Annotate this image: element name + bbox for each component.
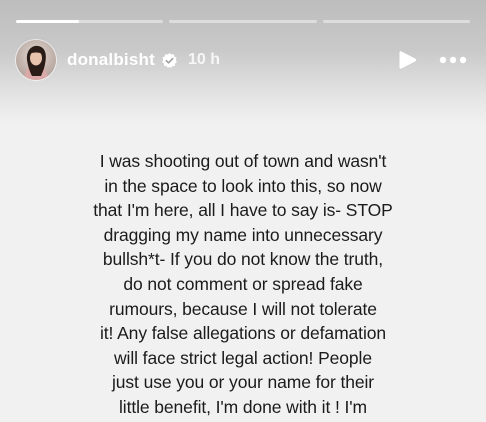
- play-icon[interactable]: [396, 48, 420, 72]
- username[interactable]: donalbisht: [67, 50, 155, 70]
- progress-segment-1: [16, 20, 164, 23]
- avatar-photo-icon[interactable]: [16, 40, 56, 80]
- more-dots-icon[interactable]: [436, 48, 470, 72]
- progress-segment-2: [169, 20, 317, 23]
- verified-badge-icon: [161, 52, 178, 69]
- progress-segment-1-fill: [16, 20, 80, 23]
- progress-segment-3: [322, 20, 470, 23]
- story-text: I was shooting out of town and wasn't in…: [93, 151, 393, 417]
- post-timestamp: 10 h: [187, 51, 220, 68]
- story-progress-bar: [16, 20, 470, 23]
- story-header: donalbisht 10 h: [16, 39, 470, 81]
